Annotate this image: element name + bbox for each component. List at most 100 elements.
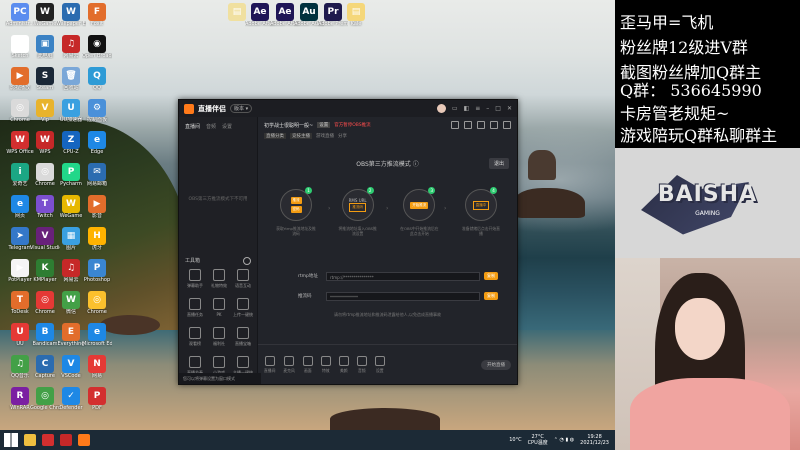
tool-item[interactable]: 弹幕助手 bbox=[183, 269, 207, 289]
toolbar-item[interactable]: 画面 bbox=[302, 355, 313, 374]
category-chip[interactable]: 竞技主播 bbox=[290, 133, 312, 139]
step-number: 3 bbox=[428, 187, 436, 194]
copy-rtmp-button[interactable]: 复制 bbox=[484, 272, 498, 280]
version-dropdown[interactable]: 版本 ▾ bbox=[230, 104, 253, 113]
desktop-icon[interactable]: eMicrosoft Edge bbox=[82, 323, 112, 347]
step-chip: 开始推流 bbox=[410, 201, 429, 209]
bell-icon[interactable] bbox=[490, 121, 498, 129]
desktop-icon[interactable]: H 虎牙 bbox=[82, 227, 112, 251]
step-arrow-icon: › bbox=[386, 205, 389, 212]
sidebar-empty-message: OBS第三方推流模式下不可用 bbox=[188, 197, 248, 202]
desktop-icon-label: QQ bbox=[93, 85, 101, 91]
tool-label: 弹幕助手 bbox=[187, 283, 203, 288]
desktop-icon[interactable]: P Photoshop bbox=[82, 259, 112, 283]
music-icon[interactable] bbox=[60, 434, 72, 446]
tray-icons[interactable]: ⌃ ◔ ▮ ◍ bbox=[554, 437, 574, 443]
desktop-icon[interactable]: Q QQ bbox=[82, 67, 112, 91]
streamer-face bbox=[675, 298, 725, 360]
close-icon[interactable]: ✕ bbox=[507, 105, 512, 112]
tab-audio[interactable]: 音频 bbox=[206, 123, 216, 130]
layout-icon[interactable] bbox=[477, 121, 485, 129]
gift-icon[interactable] bbox=[464, 121, 472, 129]
skin-icon[interactable]: ◧ bbox=[464, 105, 470, 112]
step-description: 将推流地址填入OBS推流设置 bbox=[338, 226, 377, 236]
rtmp-address-field[interactable]: rtmp://*************** bbox=[326, 271, 480, 281]
tab-live-room[interactable]: 直播间 bbox=[185, 123, 200, 130]
desktop-icon[interactable]: ▶ 影音 bbox=[82, 195, 112, 219]
key-row: 推流码 ************** 复制 bbox=[298, 291, 498, 301]
app-icon: ✎ bbox=[11, 35, 29, 53]
desktop-icon[interactable]: N 网易 bbox=[82, 355, 112, 379]
tool-icon bbox=[213, 327, 225, 339]
maximize-icon[interactable]: □ bbox=[495, 105, 501, 112]
start-icon[interactable] bbox=[4, 433, 18, 447]
copy-key-button[interactable]: 复制 bbox=[484, 292, 498, 300]
tool-label: 福利社 bbox=[213, 341, 225, 346]
desktop-icon[interactable]: ⚙ 控制面板 bbox=[82, 99, 112, 123]
tool-item[interactable]: 语音互动 bbox=[231, 269, 255, 289]
app-logo-icon bbox=[184, 103, 194, 114]
category-chip[interactable]: 直播分类 bbox=[264, 133, 286, 139]
tool-icon bbox=[237, 327, 249, 339]
desktop-icon[interactable]: P PDF bbox=[82, 387, 112, 411]
screen-icon[interactable]: ▭ bbox=[452, 105, 458, 112]
app-icon: ▣ bbox=[36, 35, 54, 53]
tool-item[interactable]: PK bbox=[207, 298, 231, 318]
toolbar-item[interactable]: 设置 bbox=[374, 355, 385, 374]
app-title: 直播伴侣 bbox=[198, 104, 226, 113]
app-titlebar[interactable]: 直播伴侣 版本 ▾ ▭ ◧ ≡ – □ ✕ bbox=[179, 100, 517, 117]
toolbar-item[interactable]: 直播间 bbox=[264, 355, 275, 374]
step-3: 开始推流 3 在OBS中开始推流后在此点击开始 bbox=[399, 187, 439, 236]
tool-item[interactable]: 礼物特效 bbox=[207, 269, 231, 289]
record-icon[interactable] bbox=[451, 121, 459, 129]
clock[interactable]: 19:28 2021/12/23 bbox=[580, 434, 609, 446]
tool-label: 上传一键统 bbox=[233, 312, 253, 317]
webcam-feed bbox=[615, 258, 800, 450]
tool-item[interactable]: 福利社 bbox=[207, 327, 231, 347]
app-icon: W bbox=[36, 131, 54, 149]
desktop-icon[interactable]: ✉ 网易邮箱 bbox=[82, 163, 112, 187]
app-icon: ◎ bbox=[11, 99, 29, 117]
step-4: 直播中 4 准备就绪后点击开始直播 bbox=[461, 187, 501, 236]
stream-key-field[interactable]: ************** bbox=[326, 291, 480, 301]
toolbar-icon bbox=[338, 355, 349, 366]
desktop-icon[interactable]: e Edge bbox=[82, 131, 112, 155]
netease-icon[interactable] bbox=[42, 434, 54, 446]
step-description: 准备就绪后点击开始直播 bbox=[461, 226, 500, 236]
desktop-icon[interactable]: ◎ Chrome bbox=[82, 291, 112, 315]
stream-title[interactable]: 初学战士很聪明一般~ bbox=[264, 122, 313, 129]
file-explorer-icon[interactable] bbox=[24, 434, 36, 446]
desktop-icon-label: Edge bbox=[90, 149, 104, 155]
minimize-icon[interactable]: – bbox=[486, 105, 489, 112]
desktop-icon-label: 影音 bbox=[91, 213, 102, 219]
tools-toggle-icon[interactable] bbox=[243, 257, 251, 265]
app-icon: H bbox=[88, 227, 106, 245]
tab-settings[interactable]: 设置 bbox=[222, 123, 232, 130]
exit-obs-mode-button[interactable]: 退出 bbox=[488, 158, 509, 169]
toolbar-item[interactable]: 特效 bbox=[320, 355, 331, 374]
toolbar-item[interactable]: 麦克风 bbox=[283, 355, 295, 374]
tool-item[interactable]: 直播任务 bbox=[183, 298, 207, 318]
share-icon[interactable] bbox=[503, 121, 511, 129]
tool-item[interactable]: 观看榜 bbox=[183, 327, 207, 347]
streaming-app-icon[interactable] bbox=[78, 434, 90, 446]
desktop-icon[interactable]: ▤ Kale bbox=[341, 3, 371, 27]
tool-label: 直播任务 bbox=[187, 312, 203, 317]
share-link[interactable]: 分享 bbox=[338, 133, 347, 139]
tool-item[interactable]: 直播宝箱 bbox=[231, 327, 255, 347]
desktop: PCAdministr...WWeGameWWallpaper EngineFF… bbox=[0, 0, 615, 430]
toolbar-item[interactable]: 音频 bbox=[356, 355, 367, 374]
start-live-button[interactable]: 开始直播 bbox=[481, 359, 511, 370]
user-avatar[interactable] bbox=[436, 104, 446, 113]
app-icon: ◎ bbox=[88, 291, 106, 309]
toolbar-item[interactable]: 美颜 bbox=[338, 355, 349, 374]
streaming-app-window[interactable]: 直播伴侣 版本 ▾ ▭ ◧ ≡ – □ ✕ 直播间 音频 设置 OBS第三方推流… bbox=[178, 99, 518, 385]
tool-item[interactable]: 上传一键统 bbox=[231, 298, 255, 318]
bottom-toolbar: 直播间 麦克风 画面 特效 美颜 音频 设置 开始直播 bbox=[258, 344, 517, 384]
menu-icon[interactable]: ≡ bbox=[475, 105, 480, 112]
desktop-icon[interactable]: F Foxit bbox=[82, 3, 112, 27]
desktop-icon[interactable]: ◉Open Broadcast bbox=[82, 35, 112, 59]
taskbar: 10°C 27°C CPU温度 ⌃ ◔ ▮ ◍ 19:28 2021/12/23 bbox=[0, 430, 615, 450]
desktop-icon-label: 虎牙 bbox=[91, 245, 102, 251]
stream-settings-badge[interactable]: 设置 bbox=[317, 122, 331, 128]
